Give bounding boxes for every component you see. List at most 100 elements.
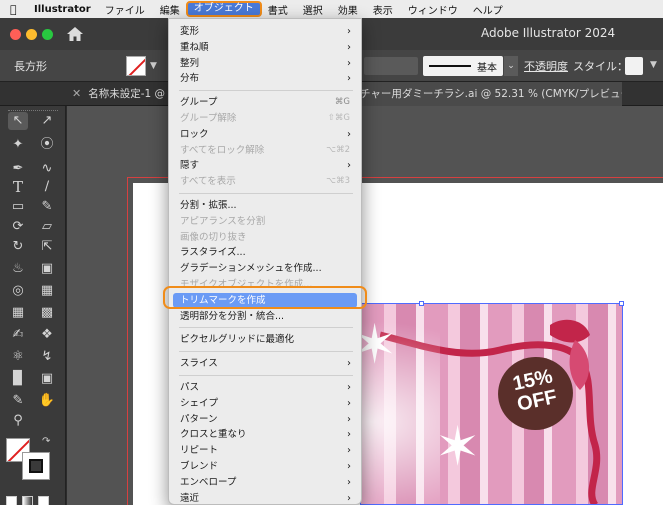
menu-item-label: 遠近	[180, 492, 200, 504]
magic-wand-tool-icon[interactable]: ✦	[8, 136, 28, 154]
menu-item[interactable]: パス ›	[169, 380, 361, 395]
close-window-button[interactable]	[10, 29, 21, 40]
chevron-right-icon: ›	[347, 41, 351, 53]
type-tool-icon[interactable]: T	[8, 178, 28, 196]
line-tool-icon[interactable]: ∕	[37, 178, 57, 196]
selection-tool-icon[interactable]: ↖	[8, 112, 28, 130]
menu-item[interactable]: ピクセルグリッドに最適化	[169, 332, 361, 347]
brush-tool-icon[interactable]: ✎	[37, 198, 57, 216]
opacity-link[interactable]: 不透明度	[524, 58, 568, 74]
menu-effect[interactable]: 効果	[338, 2, 358, 17]
menu-item-label: アピアランスを分割	[180, 215, 266, 227]
shaper-tool-icon[interactable]: ⟳	[8, 218, 28, 236]
menu-item[interactable]: エンベロープ ›	[169, 475, 361, 490]
chevron-right-icon: ›	[347, 461, 351, 472]
warp-tool-icon[interactable]: ♨	[8, 260, 28, 278]
menu-help[interactable]: ヘルプ	[473, 2, 503, 17]
lasso-tool-icon[interactable]: ⦿	[37, 136, 57, 154]
menu-item[interactable]: グラデーションメッシュを作成...	[169, 261, 361, 276]
menu-object[interactable]: オブジェクト	[185, 1, 262, 17]
menu-item-label: すべてを表示	[180, 176, 236, 188]
perspective-grid-tool-icon[interactable]: ▦	[37, 282, 57, 300]
mesh-tool-icon[interactable]: ▦	[8, 304, 28, 322]
chevron-right-icon: ›	[347, 413, 351, 425]
chevron-right-icon: ›	[347, 73, 351, 85]
zoom-tool-icon[interactable]: ⚲	[8, 412, 28, 430]
selection-bounding-box	[360, 303, 623, 505]
chevron-right-icon: ›	[347, 26, 351, 37]
gradient-tool-icon[interactable]: ▩	[37, 304, 57, 322]
color-mode-icon[interactable]	[6, 496, 17, 505]
graph-tool-icon[interactable]: ▉	[8, 370, 28, 388]
menu-item-label: 透明部分を分割・統合...	[180, 310, 285, 322]
menu-type[interactable]: 書式	[268, 2, 288, 17]
home-icon[interactable]	[66, 26, 86, 42]
menu-item: グループ解除 ⇧⌘G	[169, 111, 361, 126]
hand-tool-icon[interactable]: ✋	[37, 392, 57, 410]
chevron-down-icon[interactable]: ▼	[650, 60, 657, 70]
menu-separator	[179, 327, 353, 329]
menu-item-label: 分布	[180, 73, 200, 85]
direct-selection-tool-icon[interactable]: ↗	[37, 112, 57, 130]
swap-fill-stroke-icon[interactable]: ↷	[42, 436, 50, 447]
menu-item[interactable]: 透明部分を分割・統合...	[169, 309, 361, 324]
selection-handle[interactable]	[419, 301, 424, 306]
stroke-swatch[interactable]	[22, 452, 50, 480]
stroke-line-preview	[429, 65, 471, 67]
menu-item[interactable]: 重ね順 ›	[169, 40, 361, 55]
eyedropper-measure-tool-icon[interactable]: ↯	[37, 348, 57, 366]
minimize-window-button[interactable]	[26, 29, 37, 40]
menu-item[interactable]: 遠近 ›	[169, 491, 361, 504]
menu-select[interactable]: 選択	[303, 2, 323, 17]
app-name-menu[interactable]: Illustrator	[34, 4, 91, 15]
apple-logo-icon[interactable]: 	[10, 3, 26, 16]
free-transform-tool-icon[interactable]: ▣	[37, 260, 57, 278]
chevron-down-icon[interactable]: ⌄	[504, 56, 518, 76]
artboard-tool-icon[interactable]: ▣	[37, 370, 57, 388]
eyedropper-tool-icon[interactable]: ✍	[8, 326, 28, 344]
menu-item[interactable]: ブレンド ›	[169, 459, 361, 474]
menu-item[interactable]: シェイプ ›	[169, 396, 361, 411]
menu-item[interactable]: パターン ›	[169, 412, 361, 427]
menu-item[interactable]: 分割・拡張...	[169, 198, 361, 213]
menu-view[interactable]: 表示	[373, 2, 393, 17]
chevron-right-icon: ›	[347, 128, 351, 140]
stroke-weight-dropdown[interactable]	[364, 57, 418, 75]
menu-item[interactable]: グループ ⌘G	[169, 95, 361, 110]
rectangle-tool-icon[interactable]: ▭	[8, 198, 28, 216]
shape-builder-tool-icon[interactable]: ◎	[8, 282, 28, 300]
curvature-tool-icon[interactable]: ∿	[37, 160, 57, 178]
menu-file[interactable]: ファイル	[105, 2, 145, 17]
graphic-style-swatch[interactable]	[625, 57, 643, 75]
zoom-window-button[interactable]	[42, 29, 53, 40]
menu-item[interactable]: スライス ›	[169, 356, 361, 371]
chevron-down-icon[interactable]: ▼	[150, 61, 157, 71]
menu-item[interactable]: 整列 ›	[169, 56, 361, 71]
slice-tool-icon[interactable]: ✎	[8, 392, 28, 410]
menu-item[interactable]: ラスタライズ...	[169, 245, 361, 260]
symbol-sprayer-tool-icon[interactable]: ⚛	[8, 348, 28, 366]
menu-item[interactable]: 分布 ›	[169, 71, 361, 86]
fill-color-swatch[interactable]	[126, 56, 146, 76]
pen-tool-icon[interactable]: ✒	[8, 160, 28, 178]
none-mode-icon[interactable]	[38, 496, 49, 505]
menu-item[interactable]: クロスと重なり ›	[169, 427, 361, 442]
blend-tool-icon[interactable]: ❖	[37, 326, 57, 344]
gradient-mode-icon[interactable]	[22, 496, 33, 505]
menu-item[interactable]: 変形 ›	[169, 24, 361, 39]
menu-item[interactable]: ロック ›	[169, 127, 361, 142]
tab-untitled[interactable]: ✕ 名称未設定-1 @ 5	[72, 82, 172, 106]
scale-tool-icon[interactable]: ⇱	[37, 238, 57, 256]
menu-edit[interactable]: 編集	[160, 2, 180, 17]
menu-item[interactable]: リピート ›	[169, 443, 361, 458]
close-tab-icon[interactable]: ✕	[72, 87, 81, 100]
menu-window[interactable]: ウィンドウ	[408, 2, 458, 17]
stroke-profile-dropdown[interactable]: 基本	[423, 56, 503, 76]
menu-item: すべてをロック解除 ⌥⌘2	[169, 143, 361, 158]
chevron-right-icon: ›	[347, 160, 351, 172]
rotate-tool-icon[interactable]: ↻	[8, 238, 28, 256]
eraser-tool-icon[interactable]: ▱	[37, 218, 57, 236]
selection-handle[interactable]	[619, 301, 624, 306]
menu-item[interactable]: 隠す ›	[169, 158, 361, 173]
tab-active-document[interactable]: チャー用ダミーチラシ.ai @ 52.31 % (CMYK/プレビュー)	[360, 82, 622, 106]
